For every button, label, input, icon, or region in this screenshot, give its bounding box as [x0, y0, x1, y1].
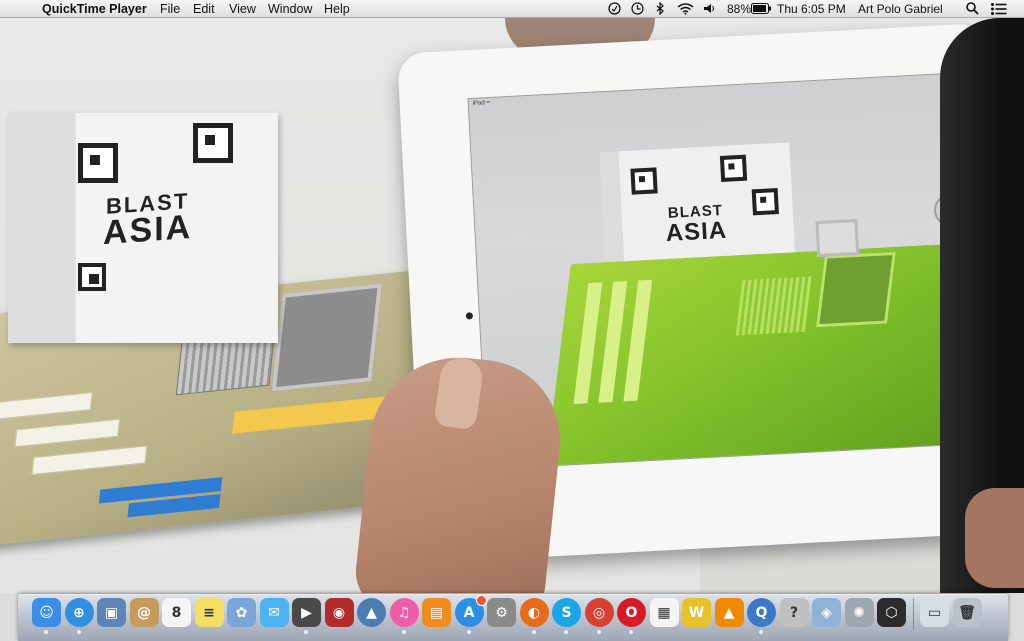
- contacts-icon[interactable]: @: [129, 598, 159, 627]
- menubar-clock[interactable]: Thu 6:05 PM: [777, 2, 846, 16]
- running-indicator: [629, 630, 633, 634]
- vlc-icon[interactable]: ▲: [714, 598, 744, 627]
- right-hand: [965, 488, 1024, 588]
- menu-edit[interactable]: Edit: [193, 2, 215, 16]
- running-indicator: [304, 630, 308, 634]
- ibooks-icon[interactable]: ▤: [422, 598, 451, 627]
- preview-app-icon[interactable]: ◈: [812, 598, 841, 627]
- photo-icon[interactable]: ✿: [227, 598, 256, 627]
- ipad-box-label-line2: ASIA: [665, 216, 728, 247]
- menu-window[interactable]: Window: [268, 2, 312, 16]
- current-user[interactable]: Art Polo Gabriel: [858, 2, 943, 16]
- app-name-menu[interactable]: QuickTime Player: [42, 2, 147, 16]
- menu-file[interactable]: File: [160, 2, 180, 16]
- skype-status-icon[interactable]: [608, 2, 621, 15]
- ipad-camera: [465, 312, 474, 320]
- help-icon[interactable]: ?: [779, 598, 809, 627]
- wifi-icon[interactable]: [677, 2, 694, 15]
- skype-icon[interactable]: S: [552, 598, 581, 634]
- running-indicator: [531, 630, 536, 634]
- notes-icon[interactable]: ≡: [194, 598, 224, 627]
- trash-icon[interactable]: 🗑: [952, 598, 982, 627]
- finder-icon[interactable]: ☺: [32, 598, 61, 634]
- notification-center-icon[interactable]: [991, 3, 1007, 15]
- unity-icon[interactable]: ⬡: [877, 598, 906, 627]
- running-indicator: [76, 630, 81, 634]
- running-indicator: [596, 630, 601, 634]
- dock-icon-row: ☺ ⊕ ▣ @8 ≡ ✿ ✉ ▶ ◉ ▲ ♫ ▤ A ⚙ ◐ S ◎ O ▦ W ▲ Q? ◈ ✺ ⬡ ▭ 🗑: [32, 595, 982, 634]
- opera-icon[interactable]: O: [617, 598, 646, 634]
- photobooth-icon[interactable]: ◉: [324, 598, 354, 627]
- running-indicator: [564, 630, 568, 634]
- menu-view[interactable]: View: [229, 2, 256, 16]
- box-label: BLAST ASIA: [103, 188, 193, 253]
- box-label-line2: ASIA: [103, 207, 193, 253]
- system-preferences-icon[interactable]: ⚙: [487, 598, 516, 627]
- safari-icon[interactable]: ⊕: [64, 598, 94, 634]
- running-indicator: [44, 630, 48, 634]
- facetime-icon[interactable]: ▶: [292, 598, 321, 634]
- ipad-chip: [815, 218, 860, 258]
- messages-icon[interactable]: ✉: [259, 598, 289, 627]
- spotlight-search-icon[interactable]: [966, 2, 979, 15]
- volume-icon[interactable]: [703, 3, 715, 14]
- calendar-icon[interactable]: 8: [162, 598, 191, 627]
- documents-folder-icon[interactable]: ▭: [920, 598, 949, 627]
- menu-help[interactable]: Help: [324, 2, 350, 16]
- menu-bar: QuickTime Player File Edit View Window H…: [0, 0, 1024, 18]
- time-machine-icon[interactable]: [631, 2, 644, 15]
- wireless-icon[interactable]: W: [682, 598, 711, 627]
- bluetooth-icon[interactable]: [656, 2, 665, 15]
- quicktime-video-frame[interactable]: BLAST ASIA iPad ≈ BLAST ASIA: [0, 18, 1024, 593]
- battery-icon[interactable]: [751, 3, 771, 14]
- running-indicator: [466, 630, 471, 634]
- marker-box: BLAST ASIA: [8, 113, 278, 343]
- launchpad-grid-icon[interactable]: ▦: [649, 598, 679, 627]
- battery-percent: 88%: [727, 2, 752, 16]
- appstore-icon[interactable]: A: [454, 595, 487, 634]
- dock-separator: [912, 598, 914, 630]
- running-indicator: [401, 630, 406, 634]
- utility-icon[interactable]: ✺: [844, 598, 874, 627]
- update-badge: [475, 595, 487, 606]
- ipad-status-bar: iPad ≈: [472, 100, 490, 107]
- running-indicator: [759, 630, 763, 634]
- ar-green-motherboard-overlay: [544, 241, 994, 470]
- dock: ☺ ⊕ ▣ @8 ≡ ✿ ✉ ▶ ◉ ▲ ♫ ▤ A ⚙ ◐ S ◎ O ▦ W ▲ Q? ◈ ✺ ⬡ ▭ 🗑: [18, 594, 1008, 641]
- firefox-icon[interactable]: ◐: [519, 598, 549, 634]
- itunes-icon[interactable]: ♫: [389, 598, 419, 634]
- quicktime-icon[interactable]: Q: [747, 598, 776, 634]
- chrome-icon[interactable]: ◎: [584, 598, 614, 634]
- iphoto-icon[interactable]: ▲: [357, 598, 386, 627]
- preview-icon[interactable]: ▣: [97, 598, 126, 627]
